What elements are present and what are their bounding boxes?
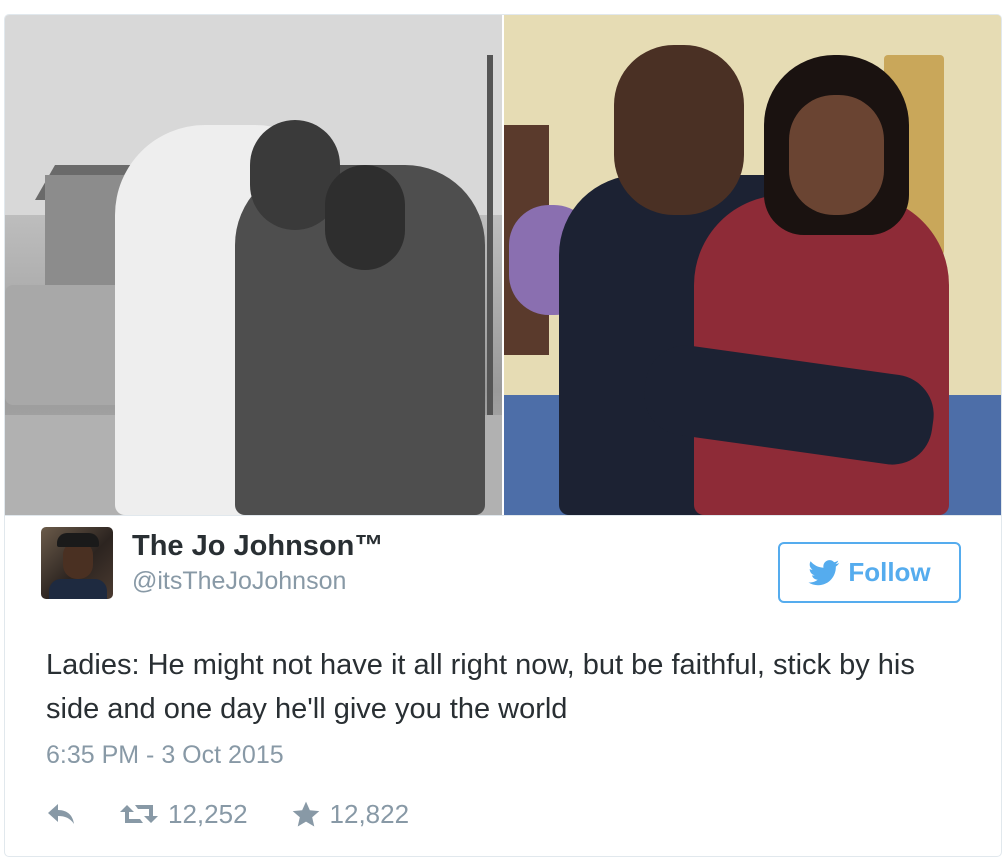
photo-woman-face bbox=[789, 95, 884, 215]
photo-woman-head bbox=[325, 165, 405, 270]
follow-button[interactable]: Follow bbox=[778, 542, 961, 603]
author-names: The Jo Johnson™ @itsTheJoJohnson bbox=[132, 527, 383, 597]
photo-man-head bbox=[614, 45, 744, 215]
like-count: 12,822 bbox=[329, 798, 410, 829]
tweet-timestamp[interactable]: 6:35 PM - 3 Oct 2015 bbox=[46, 739, 284, 771]
tweet-actions: 12,252 12,822 bbox=[46, 796, 409, 832]
photo-pole bbox=[487, 55, 493, 475]
avatar[interactable] bbox=[41, 527, 113, 599]
avatar-cap bbox=[57, 533, 99, 547]
photo-car bbox=[5, 285, 125, 405]
reply-icon bbox=[46, 802, 76, 826]
tweet-media bbox=[5, 15, 1001, 516]
reply-button[interactable] bbox=[46, 802, 76, 826]
follow-label: Follow bbox=[848, 557, 931, 587]
twitter-bird-icon bbox=[808, 559, 840, 586]
author-handle[interactable]: @itsTheJoJohnson bbox=[132, 565, 383, 597]
author-display-name[interactable]: The Jo Johnson™ bbox=[132, 527, 383, 565]
tweet-text: Ladies: He might not have it all right n… bbox=[46, 649, 915, 725]
retweet-count: 12,252 bbox=[168, 798, 248, 829]
photo-couple-vintage[interactable] bbox=[5, 15, 502, 515]
like-button[interactable]: 12,822 bbox=[292, 798, 410, 830]
photo-couple-modern[interactable] bbox=[504, 15, 1001, 515]
retweet-icon bbox=[120, 801, 158, 827]
star-icon bbox=[292, 801, 320, 828]
retweet-button[interactable]: 12,252 bbox=[120, 799, 248, 830]
avatar-body bbox=[49, 579, 107, 599]
tweet-author[interactable]: The Jo Johnson™ @itsTheJoJohnson bbox=[41, 527, 383, 602]
